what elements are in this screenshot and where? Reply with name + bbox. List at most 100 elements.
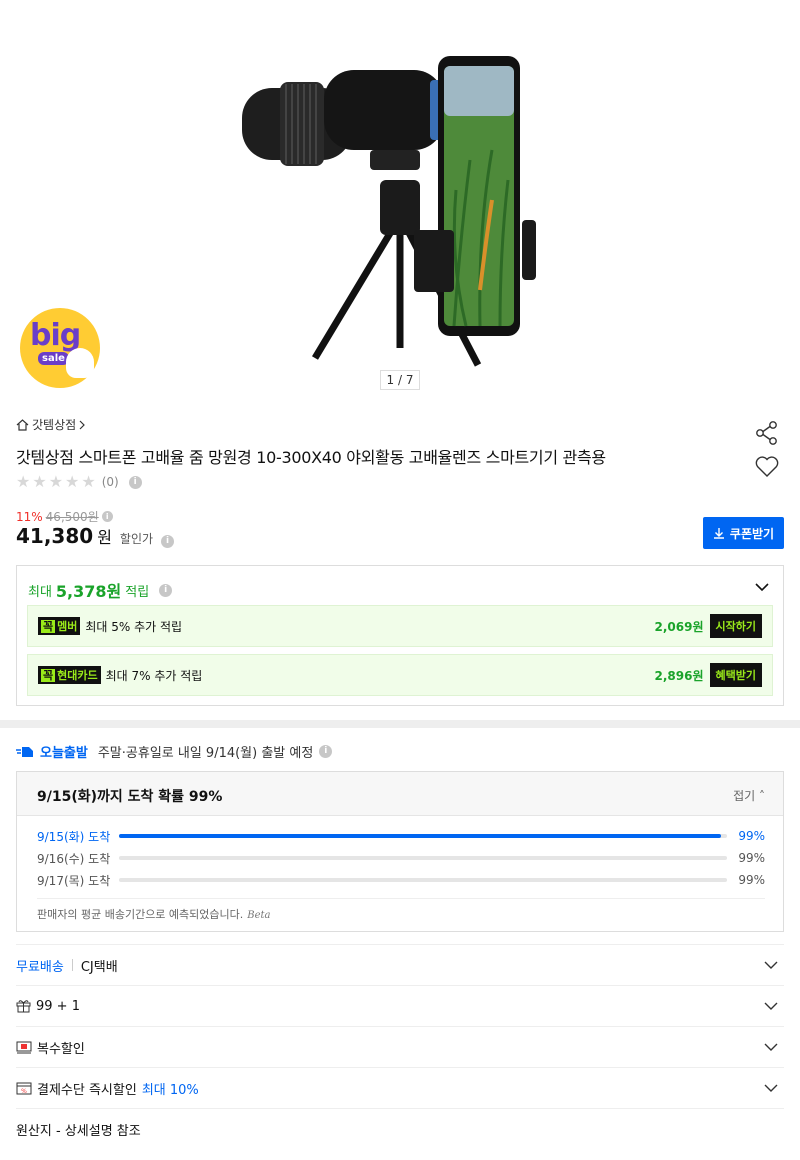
delivery-note-text: 판매자의 평균 배송기간으로 예측되었습니다.	[37, 908, 244, 921]
download-icon	[713, 528, 724, 539]
probability-bar	[119, 878, 727, 882]
divider	[71, 959, 73, 971]
fast-delivery-icon	[16, 746, 33, 757]
start-button[interactable]: 시작하기	[709, 614, 762, 638]
delivery-row: 9/16(수) 도착 99%	[37, 850, 765, 866]
fold-label: 접기	[733, 789, 756, 803]
delivery-estimate-box: 9/15(화)까지 도착 확률 99% 접기 ˄ 9/15(화) 도착 99% …	[16, 771, 784, 932]
multi-discount-row[interactable]: 복수할인	[16, 1026, 784, 1067]
tag-label: 현대카드	[57, 669, 98, 682]
today-shipping: 오늘출발 주말·공휴일로 내일 9/14(월) 출발 예정 i	[16, 742, 333, 761]
payment-discount-highlight: 최대 10%	[141, 1082, 199, 1098]
delivery-estimate-header: 9/15(화)까지 도착 확률 99% 접기 ˄	[17, 772, 783, 816]
promo-text: 최대 7% 추가 적립	[105, 668, 203, 683]
share-icon[interactable]	[754, 420, 780, 446]
info-icon[interactable]: i	[161, 535, 175, 548]
tag-mark: 꼭	[41, 620, 56, 633]
probability-bar	[119, 856, 727, 860]
chevron-down-icon[interactable]	[755, 580, 769, 594]
gift-icon	[16, 1000, 31, 1013]
delivery-row: 9/15(화) 도착 99%	[37, 828, 765, 844]
badge-sale-text: sale	[38, 352, 69, 365]
member-tag: 꼭 멤버	[38, 617, 81, 635]
star-icon: ★	[48, 472, 64, 491]
shipping-row[interactable]: 무료배송 CJ택배	[16, 944, 784, 985]
chevron-right-icon	[79, 420, 86, 429]
store-link[interactable]: 갓템상점	[16, 416, 86, 433]
today-label: 오늘출발	[40, 746, 88, 761]
benefit-button[interactable]: 혜택받기	[709, 663, 762, 687]
coupon-label: 쿠폰받기	[729, 526, 775, 541]
probability-fill	[119, 834, 721, 838]
info-icon[interactable]: i	[159, 583, 173, 597]
delivery-headline: 9/15(화)까지 도착 확률 99%	[37, 789, 223, 805]
delivery-row: 9/17(목) 도착 99%	[37, 872, 765, 888]
home-icon	[16, 418, 29, 431]
info-icon[interactable]: i	[128, 475, 142, 489]
review-count: (0)	[101, 475, 119, 489]
origin-text: 원산지 - 상세설명 참조	[16, 1124, 141, 1139]
delivery-date: 9/16(수) 도착	[37, 851, 111, 866]
star-icon: ★	[65, 472, 80, 491]
gift-text: 99 + 1	[36, 998, 80, 1014]
svg-text:%: %	[21, 1088, 27, 1095]
member-promo: 꼭 멤버 최대 5% 추가 적립 2,069원 시작하기	[27, 605, 773, 647]
delivery-percent: 99%	[738, 851, 765, 865]
price-label: 할인가	[119, 532, 154, 546]
price-unit: 원	[97, 528, 112, 547]
delivery-date: 9/15(화) 도착	[37, 829, 111, 844]
discount-rate: 11%	[16, 509, 43, 524]
carrier-label: CJ택배	[80, 959, 118, 975]
delivery-percent: 99%	[738, 829, 765, 843]
promo-amount: 2,069원	[654, 619, 704, 634]
delivery-date: 9/17(목) 도착	[37, 873, 111, 888]
original-price: 46,500원	[45, 510, 99, 524]
store-name: 갓템상점	[32, 418, 77, 432]
coupon-button[interactable]: 쿠폰받기	[703, 517, 784, 549]
card-tag: 꼭 현대카드	[38, 666, 101, 684]
points-suffix: 적립	[125, 584, 150, 600]
points-prefix: 최대	[28, 584, 52, 600]
tag-label: 멤버	[57, 620, 78, 633]
promo-text: 최대 5% 추가 적립	[85, 619, 183, 634]
payment-discount-row[interactable]: % 결제수단 즉시할인 최대 10%	[16, 1067, 784, 1108]
big-sale-badge: big sale	[20, 308, 100, 388]
tag-mark: 꼭	[41, 669, 56, 682]
discount-info: 11% 46,500원 i	[16, 508, 113, 525]
chevron-down-icon	[764, 961, 778, 969]
sale-price: 41,380 원 할인가 i	[16, 524, 175, 548]
star-icon: ★	[81, 472, 96, 491]
points-amount: 5,378원	[55, 582, 122, 601]
promo-amount: 2,896원	[654, 668, 704, 683]
info-icon[interactable]: i	[319, 745, 333, 758]
price-value: 41,380	[16, 524, 94, 548]
delivery-percent: 99%	[738, 873, 765, 887]
info-icon[interactable]: i	[101, 511, 113, 522]
chevron-down-icon	[764, 1084, 778, 1092]
today-text: 주말·공휴일로 내일 9/14(월) 출발 예정	[97, 746, 314, 761]
divider	[16, 1108, 784, 1109]
payment-discount-text: 결제수단 즉시할인	[37, 1082, 137, 1098]
image-page-indicator: 1 / 7	[380, 370, 420, 390]
points-header[interactable]: 최대 5,378원 적립 i	[28, 578, 173, 602]
points-box: 최대 5,378원 적립 i 꼭 멤버 최대 5% 추가 적립 2,069원 시작…	[16, 565, 784, 706]
product-image	[242, 56, 536, 367]
bunny-mascot-icon	[66, 348, 94, 378]
product-image-gallery[interactable]: big sale 1 / 7	[0, 0, 800, 400]
divider	[37, 898, 765, 899]
star-icon: ★	[32, 472, 47, 491]
delivery-note: 판매자의 평균 배송기간으로 예측되었습니다. Beta	[37, 906, 271, 922]
gift-row[interactable]: 99 + 1	[16, 985, 784, 1026]
fold-button[interactable]: 접기 ˄	[733, 787, 765, 804]
chevron-down-icon	[764, 1043, 778, 1051]
star-icon: ★	[16, 472, 31, 491]
card-promo: 꼭 현대카드 최대 7% 추가 적립 2,896원 혜택받기	[27, 654, 773, 696]
multi-discount-icon	[16, 1041, 32, 1053]
beta-label: Beta	[247, 910, 271, 921]
heart-icon[interactable]	[754, 455, 780, 479]
badge-big-text: big	[30, 318, 81, 353]
multi-discount-text: 복수할인	[37, 1041, 85, 1057]
chevron-down-icon	[764, 1002, 778, 1010]
rating: ★ ★ ★ ★ ★ (0) i	[16, 474, 142, 490]
product-title: 갓템상점 스마트폰 고배율 줌 망원경 10-300X40 야외활동 고배율렌즈…	[16, 448, 606, 467]
